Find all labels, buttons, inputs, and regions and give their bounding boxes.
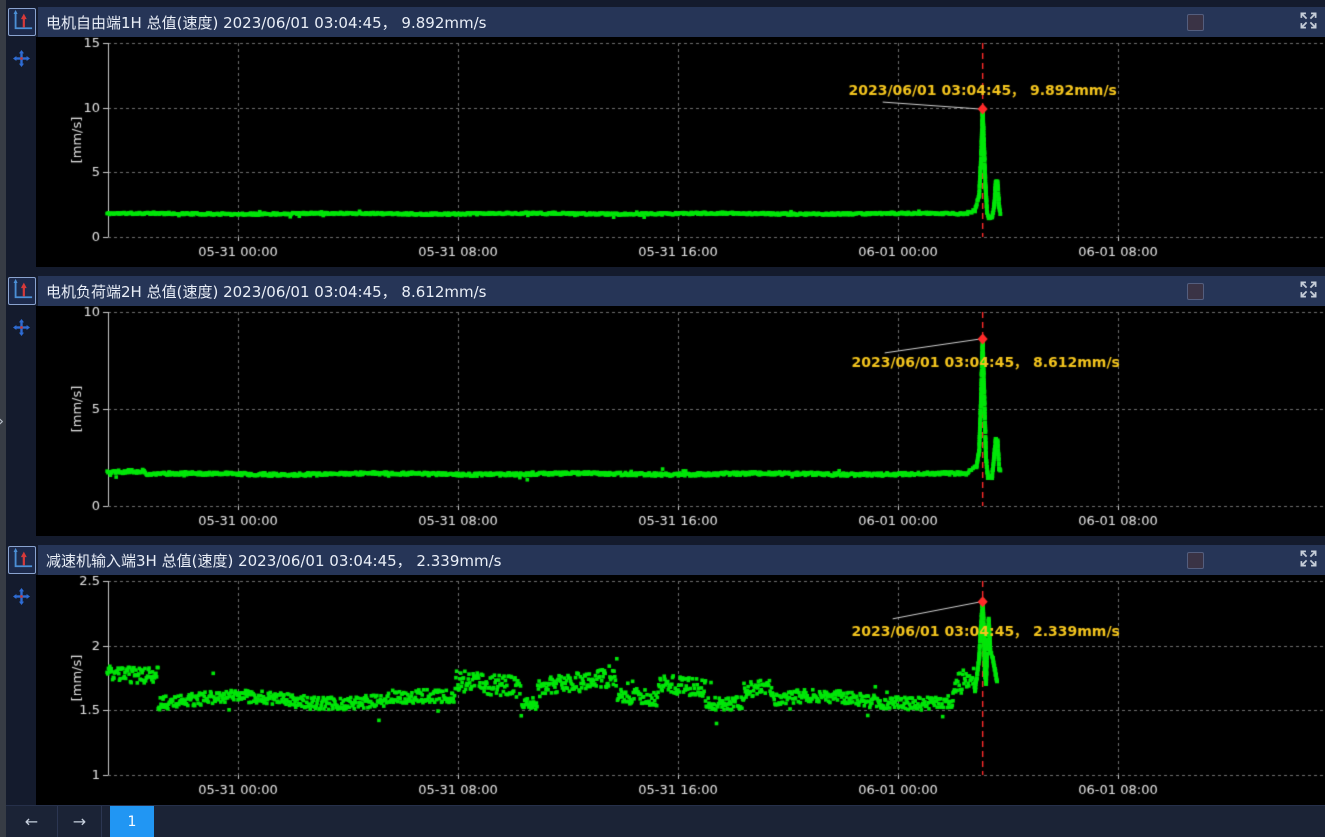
page-button-1[interactable]: 1 bbox=[110, 806, 154, 837]
chart-1-header: 电机自由端1H 总值(速度) 2023/06/01 03:04:45， 9.89… bbox=[38, 7, 1325, 37]
chart-2-header: 电机负荷端2H 总值(速度) 2023/06/01 03:04:45， 8.61… bbox=[38, 276, 1325, 306]
chart-panel-2: 电机负荷端2H 总值(速度) 2023/06/01 03:04:45， 8.61… bbox=[6, 276, 1325, 536]
panel-2-body bbox=[6, 306, 1325, 536]
left-arrow-icon: ← bbox=[25, 812, 38, 831]
panel-1-header-row: 电机自由端1H 总值(速度) 2023/06/01 03:04:45， 9.89… bbox=[6, 7, 1325, 37]
trend-axis-icon-button[interactable] bbox=[8, 8, 36, 36]
trend-axis-icon-button[interactable] bbox=[8, 277, 36, 305]
chart-2-select-checkbox[interactable] bbox=[1187, 283, 1204, 300]
left-collapse-strip: › bbox=[0, 0, 6, 837]
chart-3-expand-button[interactable] bbox=[1299, 549, 1318, 572]
chart-2-expand-button[interactable] bbox=[1299, 280, 1318, 303]
panel-2-side-column bbox=[6, 306, 36, 536]
expand-panel-chevron[interactable]: › bbox=[0, 414, 4, 429]
trend-axis-icon-button[interactable] bbox=[8, 546, 36, 574]
chart-panel-1: 电机自由端1H 总值(速度) 2023/06/01 03:04:45， 9.89… bbox=[6, 7, 1325, 267]
fullscreen-expand-icon bbox=[1299, 11, 1318, 34]
chart-3-canvas[interactable] bbox=[36, 575, 1325, 805]
prev-page-button[interactable]: ← bbox=[6, 806, 58, 837]
panel-1-body bbox=[6, 37, 1325, 267]
panel-3-body bbox=[6, 575, 1325, 805]
chart-1-select-checkbox[interactable] bbox=[1187, 14, 1204, 31]
chart-2-canvas[interactable] bbox=[36, 306, 1325, 536]
axis-arrow-icon bbox=[11, 278, 33, 304]
panel-2-header-row: 电机负荷端2H 总值(速度) 2023/06/01 03:04:45， 8.61… bbox=[6, 276, 1325, 306]
panel-3-header-row: 减速机输入端3H 总值(速度) 2023/06/01 03:04:45， 2.3… bbox=[6, 545, 1325, 575]
chart-2-title: 电机负荷端2H 总值(速度) 2023/06/01 03:04:45， 8.61… bbox=[46, 281, 486, 302]
pagination-bar: ← → 1 bbox=[6, 805, 1325, 837]
chart-1-canvas[interactable] bbox=[36, 37, 1325, 267]
panel-1-side-column bbox=[6, 37, 36, 267]
chart-3-select-checkbox[interactable] bbox=[1187, 552, 1204, 569]
chart-3-title: 减速机输入端3H 总值(速度) 2023/06/01 03:04:45， 2.3… bbox=[46, 550, 501, 571]
pan-move-icon[interactable] bbox=[13, 588, 30, 609]
pan-move-icon[interactable] bbox=[13, 50, 30, 71]
chart-1-title: 电机自由端1H 总值(速度) 2023/06/01 03:04:45， 9.89… bbox=[46, 12, 486, 33]
chart-panel-3: 减速机输入端3H 总值(速度) 2023/06/01 03:04:45， 2.3… bbox=[6, 545, 1325, 805]
panel-3-side-column bbox=[6, 575, 36, 805]
chart-3-header: 减速机输入端3H 总值(速度) 2023/06/01 03:04:45， 2.3… bbox=[38, 545, 1325, 575]
axis-arrow-icon bbox=[11, 9, 33, 35]
chart-1-expand-button[interactable] bbox=[1299, 11, 1318, 34]
next-page-button[interactable]: → bbox=[58, 806, 102, 837]
pan-move-icon[interactable] bbox=[13, 319, 30, 340]
fullscreen-expand-icon bbox=[1299, 549, 1318, 572]
axis-arrow-icon bbox=[11, 547, 33, 573]
fullscreen-expand-icon bbox=[1299, 280, 1318, 303]
chart-panel-stack: 电机自由端1H 总值(速度) 2023/06/01 03:04:45， 9.89… bbox=[6, 0, 1325, 814]
right-arrow-icon: → bbox=[73, 812, 86, 831]
